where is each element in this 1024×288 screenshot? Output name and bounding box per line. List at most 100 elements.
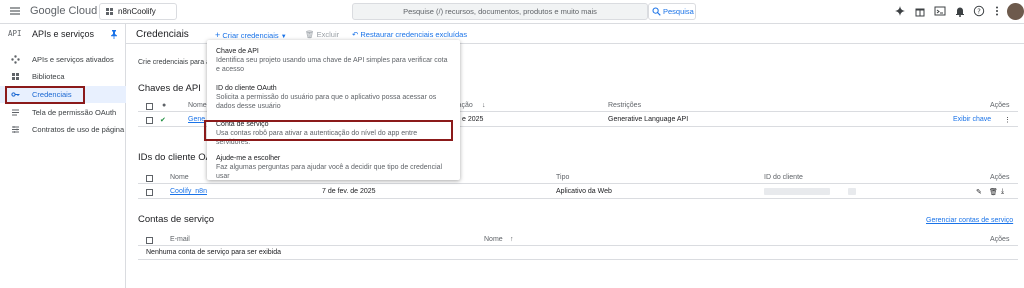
check-circle-icon: ✔ bbox=[160, 117, 166, 124]
gemini-icon[interactable] bbox=[894, 5, 906, 17]
search-input[interactable]: Pesquise (/) recursos, documentos, produ… bbox=[352, 3, 648, 20]
menu-item-api-key[interactable]: Chave de API Identifica seu projeto usan… bbox=[207, 47, 460, 74]
project-selector[interactable]: n8nCoolify bbox=[99, 3, 177, 20]
notifications-icon[interactable] bbox=[954, 5, 966, 17]
more-vert-icon[interactable] bbox=[991, 5, 1003, 17]
download-icon[interactable]: ⤓ bbox=[1001, 188, 1004, 196]
delete-icon: 🗑 bbox=[305, 30, 315, 39]
menu-item-help-me-choose[interactable]: Ajude-me a escolher Faz algumas pergunta… bbox=[207, 154, 460, 181]
library-icon bbox=[11, 72, 20, 81]
sort-arrow-icon[interactable]: ↓ bbox=[482, 102, 486, 109]
service-accounts-title: Contas de serviço bbox=[138, 214, 215, 225]
sort-arrow-icon[interactable]: ↑ bbox=[510, 236, 514, 243]
service-account-highlight-box bbox=[204, 120, 453, 141]
settings-icon bbox=[11, 125, 20, 134]
more-vert-icon[interactable]: ⋮ bbox=[1004, 116, 1011, 124]
row-checkbox[interactable] bbox=[146, 117, 153, 124]
api-key-date: e 2025 bbox=[462, 116, 484, 123]
api-keys-title: Chaves de API bbox=[138, 83, 201, 94]
status-dot-icon: ● bbox=[162, 102, 167, 109]
column-actions: Ações bbox=[990, 236, 1010, 243]
sidebar-item-label: APIs e serviços ativados bbox=[32, 55, 114, 64]
project-icon bbox=[105, 7, 114, 16]
sidebar-item-label: Tela de permissão OAuth bbox=[32, 108, 117, 117]
create-credentials-label: Criar credenciais bbox=[222, 31, 279, 40]
menu-item-description: Solicita a permissão do usuário para que… bbox=[216, 94, 437, 110]
column-restrictions: Restrições bbox=[608, 102, 642, 109]
search-button-label: Pesquisa bbox=[663, 7, 694, 16]
select-all-checkbox[interactable] bbox=[146, 175, 153, 182]
restore-credentials-button[interactable]: ↶ Restaurar credenciais excluídas bbox=[352, 30, 467, 39]
show-key-button[interactable]: Exibir chave bbox=[953, 116, 991, 123]
column-client-id: ID do cliente bbox=[764, 174, 803, 181]
logo-cloud-text: Cloud bbox=[68, 5, 98, 17]
column-actions: Ações bbox=[990, 174, 1010, 181]
credentials-highlight-box bbox=[5, 86, 85, 104]
sidebar-item-library[interactable]: Biblioteca bbox=[0, 68, 126, 85]
sidebar-item-oauth-consent[interactable]: Tela de permissão OAuth bbox=[0, 104, 126, 121]
pin-icon[interactable] bbox=[109, 29, 119, 39]
sidebar-item-enabled-apis[interactable]: APIs e serviços ativados bbox=[0, 51, 126, 68]
column-email[interactable]: E-mail bbox=[170, 236, 190, 243]
sidebar-item-page-usage[interactable]: Contratos de uso de página bbox=[0, 121, 126, 138]
project-name: n8nCoolify bbox=[118, 7, 156, 16]
gift-icon[interactable] bbox=[914, 5, 926, 17]
oauth-client-name-link[interactable]: Coolify_n8n bbox=[170, 188, 207, 195]
terminal-icon[interactable] bbox=[934, 5, 946, 17]
logo-google-text: Google bbox=[30, 5, 66, 17]
empty-row: Nenhuma conta de serviço para ser exibid… bbox=[138, 247, 1018, 260]
api-logo: API bbox=[8, 29, 22, 38]
table-row: Coolify_n8n 7 de fev. de 2025 Aplicativo… bbox=[138, 186, 1018, 199]
menu-icon[interactable] bbox=[9, 5, 21, 17]
user-avatar[interactable] bbox=[1007, 3, 1024, 20]
select-all-checkbox[interactable] bbox=[146, 103, 153, 110]
search-icon bbox=[652, 7, 661, 16]
row-checkbox[interactable] bbox=[146, 189, 153, 196]
client-id-redacted bbox=[764, 188, 830, 195]
apps-icon bbox=[11, 55, 20, 64]
column-name[interactable]: Nome bbox=[188, 102, 207, 109]
client-id-redacted bbox=[848, 188, 856, 195]
oauth-clients-title: IDs do cliente OAu bbox=[138, 152, 218, 163]
svg-text:?: ? bbox=[977, 7, 981, 15]
plus-icon: + bbox=[215, 30, 221, 40]
restore-label: Restaurar credenciais excluídas bbox=[360, 30, 468, 39]
sidebar-item-label: Contratos de uso de página bbox=[32, 125, 125, 134]
menu-item-title: Chave de API bbox=[216, 48, 259, 55]
create-credentials-menu: Chave de API Identifica seu projeto usan… bbox=[207, 40, 460, 180]
menu-item-title: ID do cliente OAuth bbox=[216, 85, 277, 92]
edit-icon[interactable]: ✎ bbox=[976, 188, 982, 196]
oauth-client-type: Aplicativo da Web bbox=[556, 188, 612, 195]
column-type: Tipo bbox=[556, 174, 570, 181]
menu-item-oauth-client[interactable]: ID do cliente OAuth Solicita a permissão… bbox=[207, 84, 460, 111]
column-actions: Ações bbox=[990, 102, 1010, 109]
sidebar-header: API APIs e serviços bbox=[0, 24, 126, 44]
page-title: Credenciais bbox=[136, 29, 189, 40]
menu-item-description: Identifica seu projeto usando uma chave … bbox=[216, 57, 448, 73]
delete-button[interactable]: 🗑 Excluir bbox=[305, 30, 339, 39]
column-name[interactable]: Nome bbox=[484, 236, 503, 243]
create-credentials-button[interactable]: + Criar credenciais ▼ bbox=[215, 30, 287, 40]
search-button[interactable]: Pesquisa bbox=[648, 3, 696, 20]
help-icon[interactable]: ? bbox=[973, 5, 985, 17]
oauth-client-date: 7 de fev. de 2025 bbox=[322, 188, 376, 195]
service-accounts-header: E-mail Nome ↑ Ações bbox=[138, 234, 1018, 246]
api-key-name-link[interactable]: Gene bbox=[188, 116, 205, 123]
column-name[interactable]: Nome bbox=[170, 174, 189, 181]
consent-list-icon bbox=[11, 108, 20, 117]
sidebar-item-label: Biblioteca bbox=[32, 72, 65, 81]
menu-item-title: Ajude-me a escolher bbox=[216, 155, 281, 162]
select-all-checkbox[interactable] bbox=[146, 237, 153, 244]
page-description: Crie credenciais para ac bbox=[138, 59, 214, 66]
delete-label: Excluir bbox=[316, 30, 340, 39]
sidebar-title: APIs e serviços bbox=[32, 29, 95, 39]
menu-item-description: Faz algumas perguntas para ajudar você a… bbox=[216, 164, 443, 180]
google-cloud-logo[interactable]: Google Cloud bbox=[30, 4, 97, 19]
delete-icon[interactable]: 🗑 bbox=[989, 188, 998, 196]
undo-icon: ↶ bbox=[352, 30, 359, 39]
manage-service-accounts-link[interactable]: Gerenciar contas de serviço bbox=[926, 217, 1013, 224]
sidebar: API APIs e serviços APIs e serviços ativ… bbox=[0, 24, 126, 288]
top-bar: Google Cloud n8nCoolify Pesquise (/) recu… bbox=[0, 0, 1024, 24]
api-key-restriction: Generative Language API bbox=[608, 116, 689, 123]
empty-message: Nenhuma conta de serviço para ser exibid… bbox=[146, 249, 282, 256]
